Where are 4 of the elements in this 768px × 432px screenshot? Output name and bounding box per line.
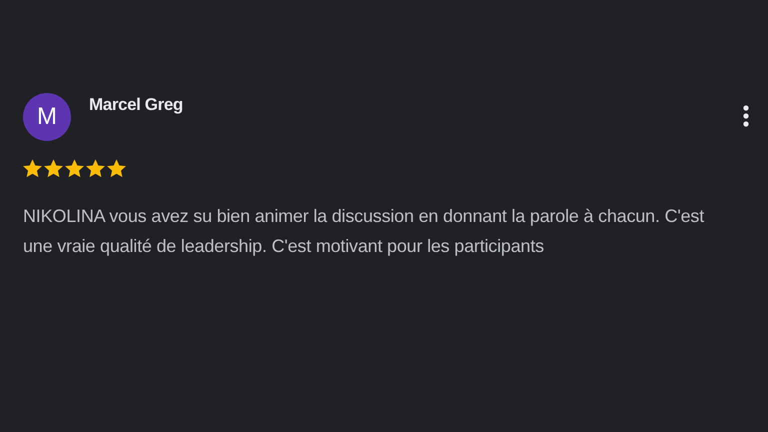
more-options-icon[interactable] bbox=[743, 105, 749, 127]
review-text: NIKOLINA vous avez su bien animer la discussion en donnant la parole à chacun. C'est une vraie qualité de leadership. C'est motivant pour les participants bbox=[23, 205, 706, 258]
avatar: M bbox=[23, 93, 71, 141]
author-name[interactable]: Marcel Greg bbox=[89, 95, 743, 115]
